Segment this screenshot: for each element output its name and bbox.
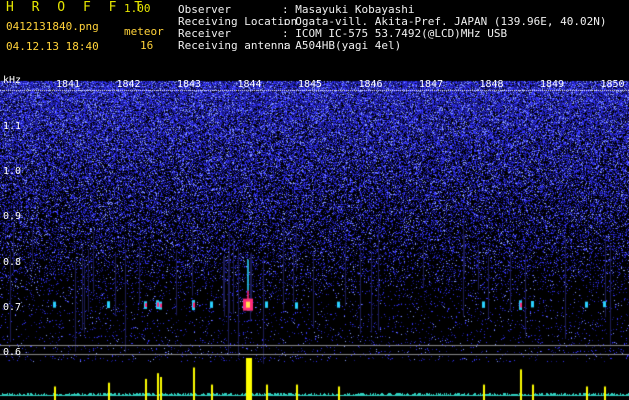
capture-datetime: 04.12.13 18:40: [6, 40, 99, 53]
y-tick-label: 1.0: [3, 166, 22, 178]
y-tick-label: 1.1: [3, 121, 22, 133]
y-tick-label: 0.9: [3, 211, 22, 223]
y-axis-unit: kHz: [3, 75, 22, 86]
x-tick-label: 1843: [177, 79, 202, 90]
y-tick-label: 0.8: [3, 256, 22, 268]
x-tick-label: 1846: [358, 79, 383, 90]
x-tick-label: 1850: [600, 79, 625, 90]
x-tick-label: 1841: [56, 79, 81, 90]
meteor-label: meteor: [124, 25, 164, 38]
x-tick-label: 1849: [540, 79, 565, 90]
meteor-count: 16: [140, 39, 154, 52]
file-name: 0412131840.png: [6, 20, 99, 33]
x-tick-label: 1844: [237, 79, 262, 90]
app-version: 1.00: [124, 2, 151, 15]
x-tick-label: 1848: [479, 79, 504, 90]
x-tick-label: 1842: [116, 79, 141, 90]
y-tick-label: 0.6: [3, 346, 22, 358]
spectrogram-plot: [0, 72, 629, 400]
antenna-value: : A504HB(yagi 4el): [282, 39, 402, 52]
header-panel: H R O F F T 1.00 0412131840.png meteor 0…: [0, 0, 629, 72]
antenna-label: Receiving antenna: [178, 39, 291, 52]
y-tick-label: 0.7: [3, 301, 22, 313]
x-tick-label: 1845: [298, 79, 323, 90]
x-tick-label: 1847: [419, 79, 444, 90]
